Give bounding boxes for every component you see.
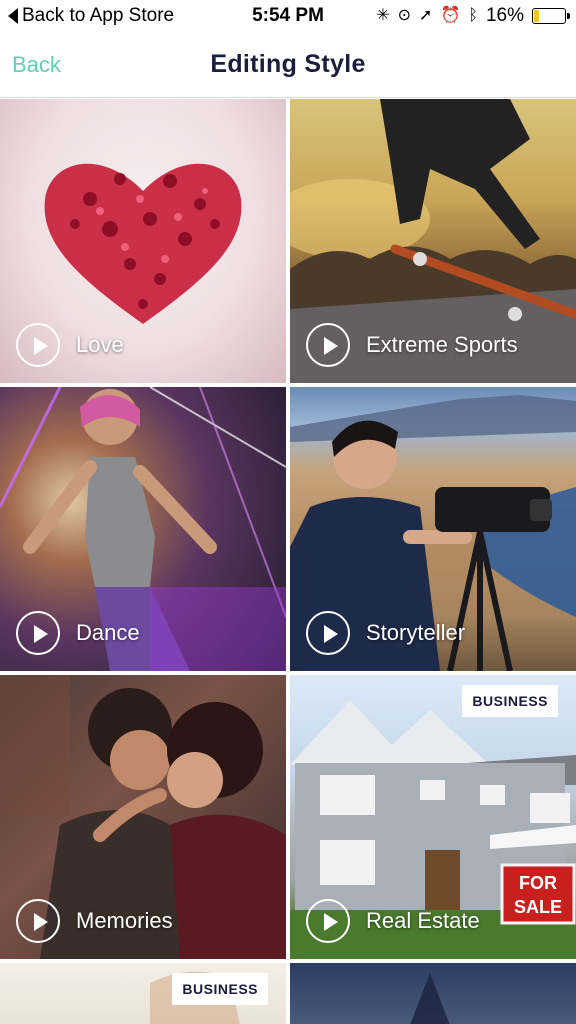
svg-text:FOR: FOR <box>519 873 557 893</box>
style-name: Love <box>76 332 124 357</box>
tile-label: Extreme Sports <box>306 323 518 367</box>
navigation-bar: Back Editing Style <box>0 32 576 98</box>
style-tile-dance[interactable]: Dance <box>0 387 286 671</box>
play-icon[interactable] <box>16 899 60 943</box>
tile-label: Love <box>16 323 124 367</box>
style-name: Real Estate <box>366 908 480 933</box>
style-name: Memories <box>76 908 173 933</box>
orientation-lock-icon: ⊙ <box>397 7 412 24</box>
svg-text:SALE: SALE <box>514 897 562 917</box>
tile-label: Dance <box>16 611 140 655</box>
battery-icon <box>532 8 570 24</box>
style-tile-partial-right[interactable] <box>290 963 576 1024</box>
business-badge: BUSINESS <box>172 973 268 1005</box>
battery-fill <box>534 10 540 22</box>
tile-label: Memories <box>16 899 173 943</box>
style-tile-love[interactable]: Love <box>0 99 286 383</box>
play-icon[interactable] <box>306 323 350 367</box>
status-icons: ✳ ⊙ ➚ ⏰ ᛒ 16% <box>376 5 570 27</box>
business-badge: BUSINESS <box>462 685 558 717</box>
style-name: Extreme Sports <box>366 332 518 357</box>
alarm-icon: ⏰ <box>440 7 461 24</box>
play-icon[interactable] <box>306 611 350 655</box>
location-arrow-icon: ➚ <box>419 7 433 24</box>
style-tile-real-estate[interactable]: FOR SALE BUSINESS Real Estate <box>290 675 576 959</box>
style-tile-partial-left[interactable]: BUSINESS <box>0 963 286 1024</box>
tile-label: Storyteller <box>306 611 465 655</box>
battery-percent: 16% <box>485 5 524 26</box>
page-title: Editing Style <box>210 50 366 78</box>
play-icon[interactable] <box>16 611 60 655</box>
play-icon[interactable] <box>306 899 350 943</box>
style-name: Storyteller <box>366 620 466 645</box>
play-icon[interactable] <box>16 323 60 367</box>
tile-label: Real Estate <box>306 899 480 943</box>
bluetooth-icon: ᛒ <box>468 7 478 24</box>
style-tile-extreme-sports[interactable]: Extreme Sports <box>290 99 576 383</box>
partial-tile-image <box>410 973 450 1024</box>
style-name: Dance <box>76 620 140 645</box>
status-bar: Back to App Store 5:54 PM ✳ ⊙ ➚ ⏰ ᛒ 16% <box>0 0 576 32</box>
style-tile-memories[interactable]: Memories <box>0 675 286 959</box>
activity-spinner-icon: ✳ <box>376 7 390 24</box>
style-tile-storyteller[interactable]: Storyteller <box>290 387 576 671</box>
